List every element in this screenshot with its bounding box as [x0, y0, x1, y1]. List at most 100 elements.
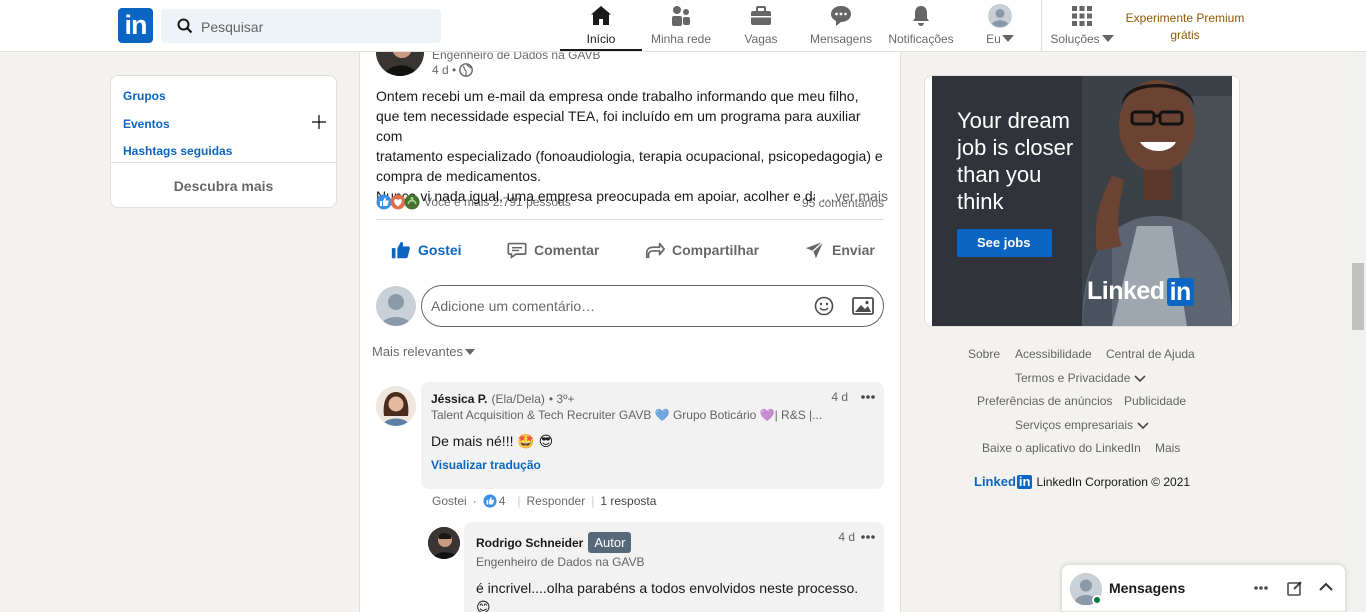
comment-button[interactable]: Comentar [506, 240, 599, 260]
post-time-text: 4 d • [432, 63, 457, 77]
comment-placeholder[interactable]: Adicione um comentário… [431, 298, 595, 314]
thumbs-up-icon [391, 241, 410, 259]
footer-accessibility[interactable]: Acessibilidade [1015, 347, 1092, 361]
footer-advertising[interactable]: Publicidade [1124, 394, 1186, 408]
grid-icon [1072, 6, 1092, 26]
send-icon [805, 241, 824, 259]
share-button[interactable]: Compartilhar [644, 240, 759, 260]
nav-label-notifications: Notificações [888, 32, 954, 46]
me-label: Eu [986, 32, 1001, 46]
ad-logo-text: Linked [1087, 277, 1165, 305]
hashtags-link[interactable]: Hashtags seguidas [123, 144, 232, 158]
comments-count[interactable]: 95 comentários [802, 196, 884, 210]
reply-text: é incrivel....olha parabéns a todos envo… [476, 580, 859, 596]
separator-bar: | [517, 494, 521, 508]
image-icon[interactable] [852, 296, 874, 316]
nav-divider [1041, 0, 1042, 52]
globe-icon [459, 63, 474, 77]
footer-terms-label: Termos e Privacidade [1015, 371, 1131, 385]
page-scrollbar-track[interactable] [1350, 52, 1366, 612]
footer-help[interactable]: Central de Ajuda [1106, 347, 1195, 361]
translate-link[interactable]: Visualizar tradução [431, 458, 541, 472]
footer-business[interactable]: Serviços empresariais [1015, 418, 1149, 432]
see-jobs-button[interactable]: See jobs [957, 229, 1052, 257]
chevron-down-icon [1134, 374, 1146, 382]
page-scrollbar-thumb[interactable] [1352, 263, 1364, 330]
like-button[interactable]: Gostei [390, 240, 462, 260]
nav-item-home[interactable]: Início [560, 4, 642, 51]
events-link[interactable]: Eventos [123, 117, 170, 131]
reply-emoji: 😊 [476, 599, 491, 612]
footer-about[interactable]: Sobre [968, 347, 1000, 361]
post-body-line: que tem necessidade especial TEA, foi in… [376, 108, 861, 144]
send-label: Enviar [832, 242, 875, 258]
sort-dropdown[interactable]: Mais relevantes [372, 344, 476, 359]
groups-link[interactable]: Grupos [123, 89, 166, 103]
comment-label: Comentar [534, 242, 600, 258]
comment-like-button[interactable]: Gostei [432, 494, 467, 508]
search-icon [177, 18, 193, 34]
nav-label-messaging: Mensagens [809, 32, 873, 46]
nav-item-me[interactable]: Eu [980, 4, 1020, 51]
nav-item-network[interactable]: Minha rede [646, 4, 716, 51]
nav-label-me: Eu [980, 32, 1020, 46]
messaging-icon [831, 6, 851, 26]
reply-author-line[interactable]: Rodrigo Schneider Autor [476, 532, 632, 553]
my-avatar[interactable] [376, 286, 416, 326]
comment-author-line[interactable]: Jéssica P. (Ela/Dela) • 3º+ [431, 392, 574, 406]
footer-ad-preferences[interactable]: Preferências de anúncios [977, 394, 1112, 408]
comment-author-name[interactable]: Jéssica P. [431, 392, 488, 406]
ad-linkedin-logo: Linked in [1087, 277, 1194, 306]
replies-count[interactable]: 1 resposta [600, 494, 656, 508]
linkedin-logo-icon[interactable]: in [118, 8, 153, 43]
footer-app[interactable]: Baixe o aplicativo do LinkedIn [982, 441, 1141, 455]
chevron-up-icon[interactable] [1318, 582, 1334, 592]
add-event-icon[interactable] [312, 115, 326, 129]
ad-headline-line: than you [957, 162, 1042, 187]
more-options-icon[interactable] [861, 535, 875, 539]
reply-bubble: Rodrigo Schneider Autor Engenheiro de Da… [464, 522, 884, 612]
nav-item-messaging[interactable]: Mensagens [808, 4, 874, 51]
ad-headline: Your dream job is closer than you think [957, 107, 1073, 215]
reply-author-avatar[interactable] [428, 527, 460, 559]
discover-more-button[interactable]: Descubra mais [111, 162, 336, 208]
footer-terms[interactable]: Termos e Privacidade [1015, 371, 1146, 385]
messaging-label[interactable]: Mensagens [1109, 580, 1185, 596]
reactions-count: Você e mais 2.791 pessoas [424, 195, 571, 209]
messaging-avatar [1070, 573, 1102, 606]
like-label: Gostei [418, 242, 462, 258]
nav-item-solutions[interactable]: Soluções [1048, 4, 1116, 51]
messaging-bar[interactable]: Mensagens [1061, 564, 1346, 612]
send-button[interactable]: Enviar [804, 240, 875, 260]
nav-label-home: Início [586, 32, 616, 46]
search-placeholder[interactable]: Pesquisar [201, 19, 263, 35]
footer-business-label: Serviços empresariais [1015, 418, 1134, 432]
premium-link[interactable]: Experimente Premium grátis [1118, 10, 1252, 44]
comment-icon [507, 242, 527, 259]
copyright-text: LinkedIn Corporation © 2021 [1036, 474, 1191, 489]
reply-author-name[interactable]: Rodrigo Schneider [476, 536, 583, 550]
network-icon [672, 6, 690, 26]
reply-button[interactable]: Responder [527, 494, 586, 508]
post-time: 4 d • [432, 63, 474, 77]
more-options-icon[interactable] [861, 395, 875, 399]
comment-input[interactable]: Adicione um comentário… [421, 285, 884, 327]
comment-author-pronouns: (Ela/Dela) [491, 392, 545, 406]
share-label: Compartilhar [672, 242, 760, 258]
nav-item-jobs[interactable]: Vagas [736, 4, 786, 51]
post-body-line: Ontem recebi um e-mail da empresa onde t… [376, 88, 859, 104]
comment-author-avatar[interactable] [376, 386, 416, 426]
footer-logo-in: in [1016, 473, 1033, 489]
like-reaction-icon [483, 494, 497, 508]
search-bar[interactable]: Pesquisar [161, 9, 441, 43]
ad-banner[interactable]: Your dream job is closer than you think … [932, 76, 1232, 326]
reactions-summary[interactable]: Você e mais 2.791 pessoas [376, 194, 571, 210]
compose-icon[interactable] [1287, 580, 1303, 596]
ad-headline-line: think [957, 189, 1004, 214]
emoji-icon[interactable] [814, 296, 834, 316]
ad-card[interactable]: Your dream job is closer than you think … [924, 75, 1240, 327]
nav-item-notifications[interactable]: Notificações [886, 4, 956, 51]
footer-more[interactable]: Mais [1155, 441, 1180, 455]
more-options-icon[interactable] [1254, 586, 1268, 590]
ad-logo-in: in [1166, 277, 1194, 306]
